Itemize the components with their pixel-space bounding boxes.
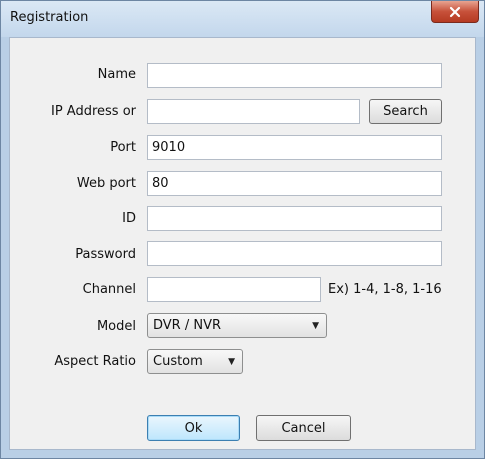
ok-button-label: Ok: [184, 420, 203, 436]
password-input[interactable]: [147, 241, 442, 266]
model-label: Model: [96, 319, 136, 334]
web-port-label: Web port: [76, 176, 136, 191]
close-button[interactable]: [431, 1, 479, 23]
model-select[interactable]: DVR / NVR ▼: [147, 313, 327, 338]
name-label: Name: [97, 67, 136, 82]
web-port-input[interactable]: 80: [147, 171, 442, 196]
port-label: Port: [110, 140, 136, 155]
cancel-button-label: Cancel: [281, 420, 326, 436]
chevron-down-icon: ▼: [312, 321, 319, 331]
channel-label: Channel: [82, 282, 136, 297]
aspect-ratio-select-value: Custom: [153, 354, 203, 369]
close-icon: [449, 6, 461, 17]
dialog-body: Name IP Address or Search Port 9010 Web …: [9, 37, 476, 450]
name-input[interactable]: [147, 63, 442, 88]
channel-input[interactable]: [147, 277, 321, 302]
channel-hint: Ex) 1-4, 1-8, 1-16: [328, 282, 442, 297]
ok-button[interactable]: Ok: [147, 415, 240, 441]
cancel-button[interactable]: Cancel: [256, 415, 351, 441]
ip-address-label: IP Address or: [50, 104, 136, 119]
password-label: Password: [75, 247, 136, 262]
registration-dialog: Registration Name IP Address or Search P…: [0, 0, 485, 459]
search-button[interactable]: Search: [369, 99, 442, 124]
ip-address-input[interactable]: [147, 99, 360, 124]
port-input[interactable]: 9010: [147, 135, 442, 160]
aspect-ratio-select[interactable]: Custom ▼: [147, 349, 243, 374]
id-label: ID: [122, 211, 136, 226]
id-input[interactable]: [147, 206, 442, 231]
chevron-down-icon: ▼: [228, 357, 235, 367]
aspect-ratio-label: Aspect Ratio: [54, 354, 136, 369]
model-select-value: DVR / NVR: [153, 318, 222, 333]
search-button-label: Search: [383, 104, 428, 119]
title-bar[interactable]: Registration: [1, 1, 484, 37]
window-title: Registration: [10, 10, 89, 25]
